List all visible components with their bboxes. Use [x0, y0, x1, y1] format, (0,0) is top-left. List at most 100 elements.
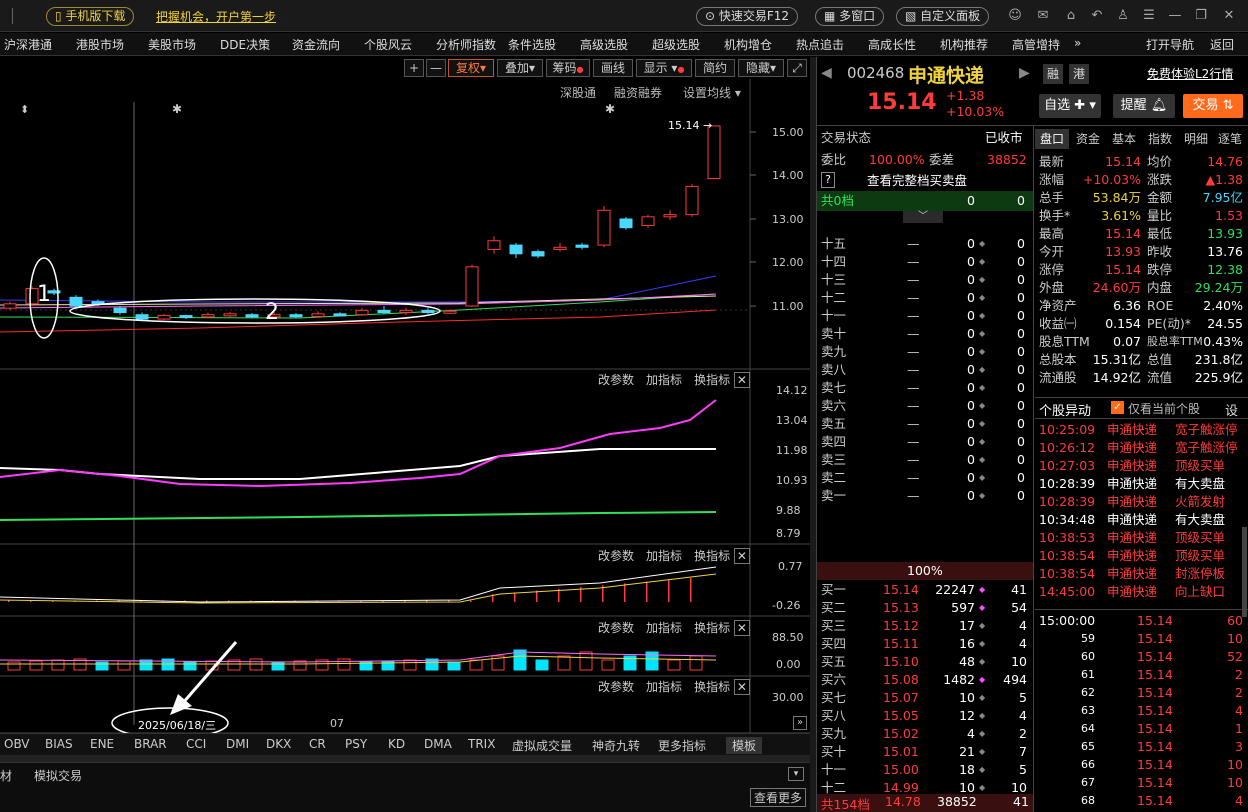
tab-basic[interactable]: 基本 [1107, 129, 1141, 149]
nav-inst-recommend[interactable]: 机构推荐 [940, 36, 988, 53]
zoom-out-button[interactable]: — [426, 59, 446, 77]
swap-indicator-button[interactable]: 换指标 [694, 621, 730, 635]
change-params-button[interactable]: 改参数 [598, 549, 634, 563]
tab-fund[interactable]: 资金 [1071, 129, 1105, 149]
shirt-icon[interactable]: ♙ [1114, 7, 1132, 25]
close-panel-icon[interactable]: ✕ [733, 548, 750, 564]
swap-indicator-button[interactable]: 换指标 [694, 680, 730, 694]
nav-super-pick[interactable]: 超级选股 [652, 36, 700, 53]
add-indicator-button[interactable]: 加指标 [646, 549, 682, 563]
full-depth-link[interactable]: 查看完整档买卖盘 [867, 172, 967, 190]
chips-button[interactable]: 筹码● [546, 59, 590, 77]
l2-promo-link[interactable]: 免费体验L2行情 [1147, 65, 1233, 82]
add-indicator-button[interactable]: 加指标 [646, 373, 682, 387]
fullscreen-icon[interactable]: ⤢ [787, 59, 807, 77]
tab-cr[interactable]: CR [309, 737, 326, 751]
hk-tag[interactable]: 港 [1069, 64, 1089, 84]
swap-indicator-button[interactable]: 换指标 [694, 373, 730, 387]
alert-stock[interactable]: 申通快递 [1107, 457, 1157, 475]
margin-link[interactable]: 融资融券 [614, 84, 662, 101]
alert-stock[interactable]: 申通快递 [1107, 475, 1157, 493]
multi-window-button[interactable]: ▦ 多窗口 [815, 7, 885, 26]
tab-dmi[interactable]: DMI [226, 737, 249, 751]
nav-inst-increase[interactable]: 机构增仓 [724, 36, 772, 53]
nav-fund-flow[interactable]: 资金流向 [292, 36, 340, 53]
tab-cci[interactable]: CCI [186, 737, 206, 751]
ma-settings-link[interactable]: 设置均线 ▾ [683, 84, 741, 101]
user-icon[interactable]: ☺ [1006, 7, 1024, 25]
back-icon[interactable]: ↶ [1088, 7, 1106, 25]
draw-line-button[interactable]: 画线 [593, 59, 633, 77]
alert-stock[interactable]: 申通快递 [1107, 421, 1157, 439]
margin-tag[interactable]: 融 [1043, 64, 1063, 84]
only-current-checkbox[interactable]: ✓ [1111, 401, 1124, 414]
tab-ene[interactable]: ENE [90, 737, 114, 751]
tab-dma[interactable]: DMA [424, 737, 452, 751]
nav-stock-news[interactable]: 个股风云 [364, 36, 412, 53]
nav-hk-market[interactable]: 港股市场 [76, 36, 124, 53]
horizontal-scrollbar[interactable] [0, 755, 810, 762]
close-panel-icon[interactable]: ✕ [733, 679, 750, 695]
overlay-button[interactable]: 叠加▾ [497, 59, 543, 77]
alert-stock[interactable]: 申通快递 [1107, 511, 1157, 529]
tab-template[interactable]: 模板 [726, 737, 763, 754]
scroll-right-icon[interactable]: » [793, 716, 807, 730]
change-params-button[interactable]: 改参数 [598, 621, 634, 635]
nav-high-growth[interactable]: 高成长性 [868, 36, 916, 53]
alert-stock[interactable]: 申通快递 [1107, 583, 1157, 601]
tab-kd[interactable]: KD [388, 737, 405, 751]
nav-us-market[interactable]: 美股市场 [148, 36, 196, 53]
nav-advanced-pick[interactable]: 高级选股 [580, 36, 628, 53]
change-params-button[interactable]: 改参数 [598, 373, 634, 387]
swap-indicator-button[interactable]: 换指标 [694, 549, 730, 563]
sim-trade-tab[interactable]: 模拟交易 [34, 767, 82, 784]
help-icon[interactable]: ? [821, 172, 835, 188]
tab-brar[interactable]: BRAR [134, 737, 167, 751]
close-panel-icon[interactable]: ✕ [733, 620, 750, 636]
brief-button[interactable]: 简约 [695, 59, 735, 77]
alerts-scrollbar[interactable] [1242, 527, 1247, 617]
tab-detail[interactable]: 明细 [1179, 129, 1213, 149]
alert-stock[interactable]: 申通快递 [1107, 547, 1157, 565]
promo-link[interactable]: 把握机会，开户第一步 [156, 8, 276, 25]
tab-bias[interactable]: BIAS [45, 737, 73, 751]
alerts-settings-button[interactable]: 设 [1225, 400, 1238, 419]
tab-tick[interactable]: 逐笔 [1213, 129, 1247, 149]
restore-rights-button[interactable]: 复权▾ [448, 59, 494, 77]
watchlist-button[interactable]: 自选 ✚ ▾ [1039, 94, 1101, 118]
nav-more-icon[interactable]: » [1074, 36, 1081, 50]
tab-index[interactable]: 指数 [1143, 129, 1177, 149]
nav-hotspot[interactable]: 热点追击 [796, 36, 844, 53]
mobile-download-button[interactable]: ▯ 手机版下载 [46, 7, 135, 26]
tab-obv[interactable]: OBV [4, 737, 30, 751]
display-button[interactable]: 显示 ▾● [636, 59, 692, 77]
close-panel-icon[interactable]: ✕ [733, 372, 750, 388]
nav-analyst-index[interactable]: 分析师指数 [436, 36, 496, 53]
tab-psy[interactable]: PSY [345, 737, 367, 751]
close-icon[interactable]: ✕ [1220, 7, 1238, 25]
sz-connect-link[interactable]: 深股通 [560, 84, 596, 101]
alert-stock[interactable]: 申通快递 [1107, 529, 1157, 547]
minimize-icon[interactable]: — [1166, 7, 1184, 25]
tab-more-indicators[interactable]: 更多指标 [658, 737, 706, 754]
prev-stock-icon[interactable]: ◀ [821, 65, 832, 81]
add-indicator-button[interactable]: 加指标 [646, 680, 682, 694]
tab-dkx[interactable]: DKX [266, 737, 291, 751]
quick-trade-button[interactable]: ⊙ 快速交易F12 [696, 7, 799, 26]
nav-open-guide[interactable]: 打开导航 [1146, 36, 1194, 53]
tab-virtual-volume[interactable]: 虚拟成交量 [512, 737, 572, 754]
custom-panel-button[interactable]: ▧ 自定义面板 [896, 7, 990, 26]
nav-condition-pick[interactable]: 条件选股 [508, 36, 556, 53]
change-params-button[interactable]: 改参数 [598, 680, 634, 694]
view-more-button[interactable]: 查看更多 [750, 788, 807, 807]
zoom-in-button[interactable]: + [404, 59, 424, 77]
nav-hsgt[interactable]: 沪深港通 [4, 36, 52, 53]
menu-icon[interactable]: ☰ [1140, 7, 1158, 25]
alert-stock[interactable]: 申通快递 [1107, 565, 1157, 583]
alert-stock[interactable]: 申通快递 [1107, 493, 1157, 511]
nav-exec-increase[interactable]: 高管增持 [1012, 36, 1060, 53]
nav-dde[interactable]: DDE决策 [220, 36, 270, 53]
hide-button[interactable]: 隐藏▾ [738, 59, 784, 77]
next-stock-icon[interactable]: ▶ [1019, 65, 1030, 81]
alert-stock[interactable]: 申通快递 [1107, 439, 1157, 457]
